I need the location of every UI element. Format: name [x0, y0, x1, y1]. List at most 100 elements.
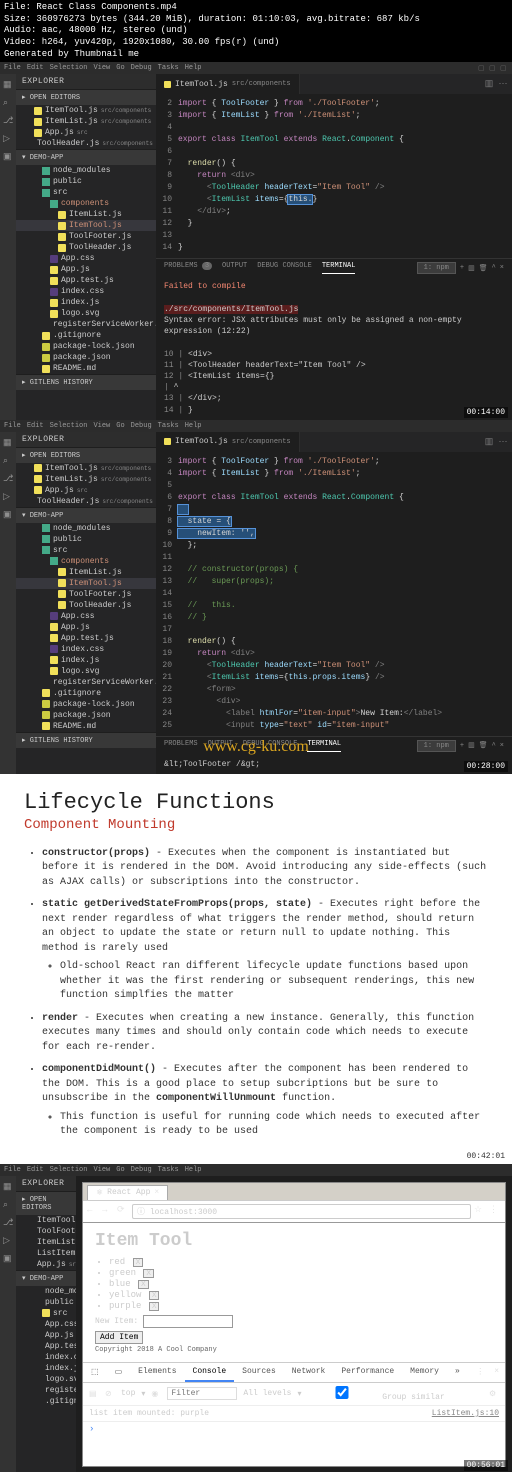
tree-item[interactable]: node_modules: [16, 1286, 76, 1297]
eye-icon[interactable]: ◉: [151, 1389, 161, 1399]
sidebar-item[interactable]: ItemTool.js src/components: [16, 463, 156, 474]
tree-item[interactable]: README.md: [16, 721, 156, 732]
tree-item[interactable]: components: [16, 556, 156, 567]
split-term-icon[interactable]: ▥: [468, 264, 475, 273]
open-editors-section[interactable]: ▸ OPEN EDITORS: [16, 89, 156, 105]
tree-item[interactable]: node_modules: [16, 165, 156, 176]
tree-item[interactable]: ToolHeader.js: [16, 600, 156, 611]
clear-icon[interactable]: ⊘: [105, 1389, 115, 1399]
tree-item[interactable]: registerServiceWorker.js: [16, 319, 156, 330]
sidebar-item[interactable]: ItemTool.js src/components: [16, 1215, 76, 1226]
levels-select[interactable]: All levels: [243, 1389, 291, 1398]
sidebar-item[interactable]: ItemList.js src/components: [16, 474, 156, 485]
ext-icon[interactable]: ▣: [3, 152, 13, 162]
code-area[interactable]: 2import { ToolFooter } from './ToolFoote…: [156, 94, 512, 258]
tree-item[interactable]: package.json: [16, 710, 156, 721]
sidebar-icon[interactable]: ▤: [89, 1389, 99, 1399]
filter-input[interactable]: [167, 1387, 237, 1400]
split-icon[interactable]: ▥: [484, 79, 494, 89]
back-icon[interactable]: ←: [87, 1205, 99, 1217]
close-panel-icon[interactable]: ×: [500, 264, 504, 272]
sidebar-item[interactable]: ToolFooter.js src/components: [16, 1226, 76, 1237]
gear-icon[interactable]: ⚙: [489, 1389, 499, 1399]
plus-icon[interactable]: +: [460, 264, 464, 272]
sidebar-item[interactable]: ItemList.js src/components: [16, 1237, 76, 1248]
context-select[interactable]: top: [121, 1389, 135, 1398]
sidebar-item[interactable]: ListItem.js src/components: [16, 1248, 76, 1259]
tree-item[interactable]: registerServiceWorker.js: [16, 1385, 76, 1396]
forward-icon[interactable]: →: [102, 1205, 114, 1217]
demo-app-section[interactable]: ▾ DEMO-APP: [16, 149, 156, 165]
panel-terminal[interactable]: TERMINAL: [322, 262, 356, 274]
tree-item[interactable]: package-lock.json: [16, 341, 156, 352]
new-item-input[interactable]: [143, 1315, 233, 1328]
tree-item[interactable]: index.css: [16, 644, 156, 655]
dt-memory[interactable]: Memory: [402, 1363, 447, 1382]
dt-more[interactable]: »: [447, 1363, 468, 1382]
tree-item[interactable]: package.json: [16, 352, 156, 363]
log-source[interactable]: ListItem.js:10: [432, 1409, 499, 1418]
tree-item[interactable]: logo.svg: [16, 308, 156, 319]
git-icon[interactable]: ⎇: [3, 116, 13, 126]
tree-item[interactable]: App.js: [16, 622, 156, 633]
reload-icon[interactable]: ⟳: [117, 1205, 129, 1217]
dt-close-icon[interactable]: ×: [490, 1365, 503, 1380]
tree-item[interactable]: .gitignore: [16, 688, 156, 699]
tree-item[interactable]: App.css: [16, 611, 156, 622]
tree-item[interactable]: App.js: [16, 1330, 76, 1341]
tab-itemtool[interactable]: ItemTool.js src/components: [156, 74, 300, 94]
remove-button[interactable]: X: [149, 1302, 160, 1311]
tree-item[interactable]: src: [16, 1308, 76, 1319]
sidebar-item[interactable]: App.js src: [16, 485, 156, 496]
dt-elements[interactable]: Elements: [130, 1363, 184, 1382]
inspect-icon[interactable]: ⬚: [83, 1363, 107, 1382]
dt-console[interactable]: Console: [185, 1363, 235, 1382]
tree-item[interactable]: App.test.js: [16, 275, 156, 286]
tree-item[interactable]: README.md: [16, 363, 156, 374]
sidebar-item[interactable]: ToolHeader.js src/components: [16, 496, 156, 507]
tree-item[interactable]: App.css: [16, 253, 156, 264]
group-similar[interactable]: Group similar: [307, 1386, 444, 1402]
menu-icon[interactable]: ⋮: [489, 1205, 501, 1217]
tree-item[interactable]: public: [16, 1297, 76, 1308]
sidebar-item[interactable]: App.js src: [16, 127, 156, 138]
device-icon[interactable]: ▭: [107, 1363, 131, 1382]
more-icon[interactable]: ⋯: [498, 79, 508, 89]
panel-output[interactable]: OUTPUT: [222, 262, 247, 274]
star-icon[interactable]: ☆: [474, 1205, 486, 1217]
tree-item[interactable]: ItemList.js: [16, 567, 156, 578]
tree-item[interactable]: ToolFooter.js: [16, 589, 156, 600]
address-bar[interactable]: ⓘ localhost:3000: [132, 1204, 471, 1219]
tree-item[interactable]: src: [16, 187, 156, 198]
debug-icon[interactable]: ▷: [3, 134, 13, 144]
tree-item[interactable]: index.js: [16, 655, 156, 666]
terminal-select[interactable]: 1: npm: [417, 262, 456, 274]
tree-item[interactable]: index.css: [16, 1352, 76, 1363]
tree-item[interactable]: registerServiceWorker.js: [16, 677, 156, 688]
add-item-button[interactable]: Add Item: [95, 1331, 143, 1344]
tree-item[interactable]: logo.svg: [16, 666, 156, 677]
sidebar-item[interactable]: ToolHeader.js src/components: [16, 138, 156, 149]
sidebar-item[interactable]: ItemTool.js src/components: [16, 105, 156, 116]
tree-item[interactable]: App.js: [16, 264, 156, 275]
tree-item[interactable]: index.css: [16, 286, 156, 297]
trash-icon[interactable]: 🗑: [479, 264, 488, 273]
maximize-icon[interactable]: ^: [492, 264, 496, 272]
dt-network[interactable]: Network: [284, 1363, 334, 1382]
remove-button[interactable]: X: [143, 1269, 154, 1278]
console-prompt[interactable]: ›: [83, 1421, 505, 1436]
tree-item[interactable]: components: [16, 198, 156, 209]
code-area-2[interactable]: 3import { ToolFooter } from './ToolFoote…: [156, 452, 512, 736]
panel-debug[interactable]: DEBUG CONSOLE: [257, 262, 312, 274]
search-icon[interactable]: ⌕: [3, 98, 13, 108]
remove-button[interactable]: X: [149, 1291, 160, 1300]
sidebar-item[interactable]: ItemList.js src/components: [16, 116, 156, 127]
tree-item[interactable]: ToolHeader.js: [16, 242, 156, 253]
tree-item[interactable]: .gitignore: [16, 1396, 76, 1407]
dt-performance[interactable]: Performance: [333, 1363, 402, 1382]
panel-problems[interactable]: PROBLEMS 3: [164, 262, 212, 274]
tree-item[interactable]: App.test.js: [16, 1341, 76, 1352]
tree-item[interactable]: .gitignore: [16, 330, 156, 341]
tree-item[interactable]: package-lock.json: [16, 699, 156, 710]
tree-item[interactable]: index.js: [16, 1363, 76, 1374]
